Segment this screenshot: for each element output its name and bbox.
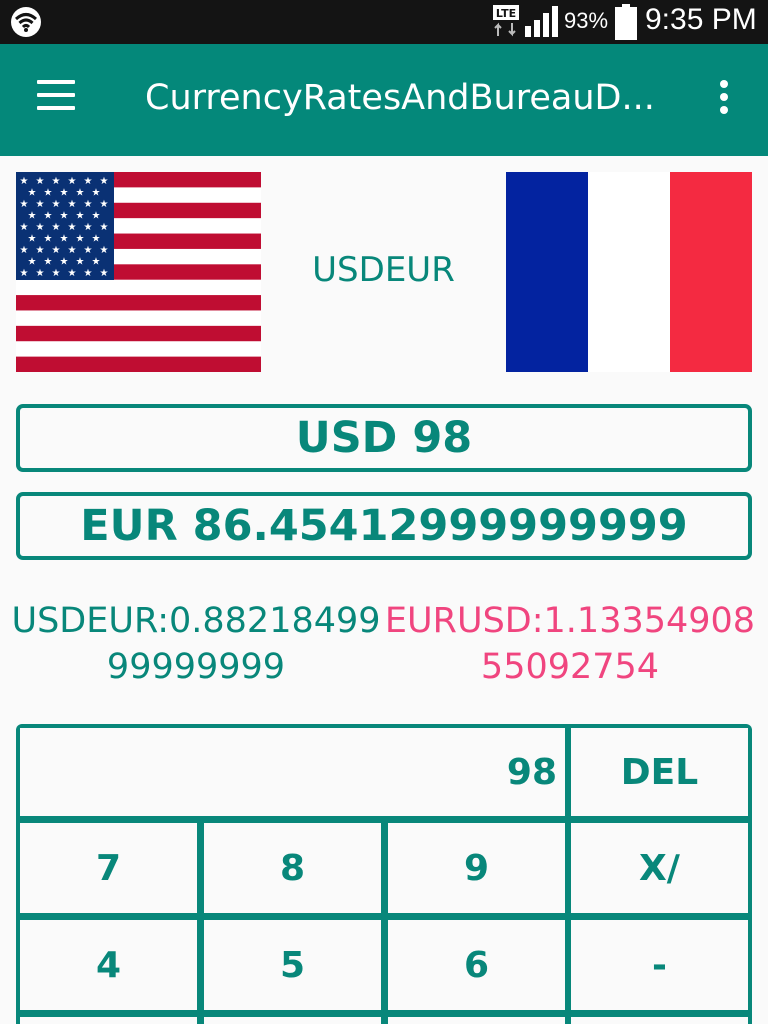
svg-text:★: ★ [76, 211, 85, 222]
key-7[interactable]: 7 [20, 823, 197, 913]
to-amount-box[interactable]: EUR 86.45412999999999 [16, 492, 752, 560]
svg-text:★: ★ [28, 234, 37, 245]
svg-text:★: ★ [36, 222, 45, 233]
overflow-menu-button[interactable] [706, 80, 742, 124]
minus-button[interactable]: - [571, 920, 748, 1010]
wifi-icon [11, 7, 41, 37]
svg-text:★: ★ [28, 211, 37, 222]
svg-text:★: ★ [52, 268, 61, 279]
svg-text:★: ★ [100, 268, 109, 279]
svg-text:★: ★ [60, 234, 69, 245]
svg-text:★: ★ [76, 234, 85, 245]
keypad-row3-key[interactable] [388, 1017, 565, 1024]
us-flag-icon[interactable]: ★ ★ ★ ★ ★ ★★ ★ ★ ★ ★★ ★ ★ ★ ★ ★★ ★ ★ ★ ★★ ★ ★ ★ ★ ★★ ★ ★ ★ ★★ ★ ★ ★ ★ ★★… [16, 172, 261, 372]
svg-text:★: ★ [76, 257, 85, 268]
flag-red-band [670, 172, 752, 372]
keypad-row3-key[interactable] [20, 1017, 197, 1024]
svg-text:★: ★ [100, 222, 109, 233]
svg-text:★: ★ [68, 222, 77, 233]
inverse-rate: EURUSD:1.1335490855092754 [384, 601, 756, 687]
key-9[interactable]: 9 [388, 823, 565, 913]
svg-text:★: ★ [84, 199, 93, 210]
svg-text:★: ★ [84, 222, 93, 233]
battery-icon [615, 4, 637, 40]
app-bar: CurrencyRatesAndBureauD... [0, 44, 768, 156]
svg-text:★: ★ [60, 211, 69, 222]
network-type: LTE [496, 7, 516, 20]
svg-text:★: ★ [36, 268, 45, 279]
multiply-divide-button[interactable]: X/ [571, 823, 748, 913]
forward-rate: USDEUR:0.8821849999999999 [11, 601, 381, 687]
flag-blue-band [506, 172, 588, 372]
svg-text:★: ★ [100, 245, 109, 256]
france-flag-icon[interactable] [506, 172, 752, 372]
svg-text:★: ★ [84, 245, 93, 256]
keypad-row3-key[interactable] [571, 1017, 748, 1024]
svg-text:★: ★ [84, 176, 93, 187]
svg-text:★: ★ [20, 222, 29, 233]
battery-percent: 93% [564, 8, 609, 33]
svg-text:★: ★ [100, 176, 109, 187]
key-4[interactable]: 4 [20, 920, 197, 1010]
svg-text:★: ★ [20, 268, 29, 279]
svg-text:★: ★ [20, 176, 29, 187]
menu-button[interactable] [26, 80, 86, 120]
del-button[interactable]: DEL [571, 728, 748, 816]
hamburger-icon-line [37, 106, 75, 110]
keypad: 98 DEL 7 8 9 X/ 4 5 6 - [16, 724, 752, 1024]
svg-text:★: ★ [36, 176, 45, 187]
svg-text:★: ★ [92, 257, 101, 268]
svg-text:★: ★ [92, 211, 101, 222]
svg-text:★: ★ [84, 268, 93, 279]
svg-text:★: ★ [92, 188, 101, 199]
svg-text:★: ★ [44, 188, 53, 199]
app-title: CurrencyRatesAndBureauD... [145, 78, 655, 118]
svg-text:★: ★ [68, 268, 77, 279]
clock: 9:35 PM [645, 3, 757, 36]
key-8[interactable]: 8 [204, 823, 381, 913]
svg-text:★: ★ [92, 234, 101, 245]
svg-text:★: ★ [52, 245, 61, 256]
keypad-display: 98 [20, 728, 565, 816]
svg-text:★: ★ [52, 199, 61, 210]
svg-text:★: ★ [36, 199, 45, 210]
svg-text:★: ★ [44, 234, 53, 245]
svg-text:★: ★ [28, 188, 37, 199]
flag-white-band [588, 172, 670, 372]
currency-pair-label: USDEUR [312, 250, 455, 290]
svg-text:★: ★ [20, 245, 29, 256]
svg-text:★: ★ [20, 199, 29, 210]
svg-text:★: ★ [100, 199, 109, 210]
svg-text:★: ★ [60, 188, 69, 199]
svg-text:★: ★ [60, 257, 69, 268]
lte-icon: LTE [493, 5, 519, 37]
svg-text:★: ★ [44, 257, 53, 268]
more-vert-icon-dot [720, 93, 728, 101]
svg-text:★: ★ [52, 176, 61, 187]
status-bar: LTE 93% 9:35 PM [0, 0, 768, 44]
svg-text:★: ★ [44, 211, 53, 222]
hamburger-icon-line [37, 93, 75, 97]
svg-text:★: ★ [28, 257, 37, 268]
from-amount-box[interactable]: USD 98 [16, 404, 752, 472]
key-6[interactable]: 6 [388, 920, 565, 1010]
cell-signal-icon [525, 6, 558, 37]
svg-text:★: ★ [68, 176, 77, 187]
svg-text:★: ★ [52, 222, 61, 233]
more-vert-icon [720, 80, 728, 88]
keypad-row3-key[interactable] [204, 1017, 381, 1024]
svg-text:★: ★ [36, 245, 45, 256]
svg-text:★: ★ [68, 245, 77, 256]
svg-text:★: ★ [76, 188, 85, 199]
more-vert-icon-dot [720, 106, 728, 114]
key-5[interactable]: 5 [204, 920, 381, 1010]
hamburger-icon-line [37, 80, 75, 84]
svg-text:★: ★ [68, 199, 77, 210]
